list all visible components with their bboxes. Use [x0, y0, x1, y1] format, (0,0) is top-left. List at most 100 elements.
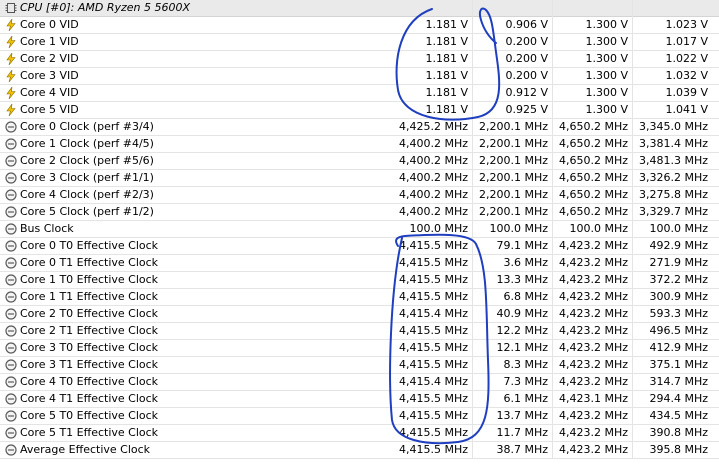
sensor-average-value: 294.4 MHz [632, 391, 712, 408]
sensor-label: Core 4 Clock (perf #2/3) [20, 188, 154, 201]
sensor-row[interactable]: Core 5 T1 Effective Clock 4,415.5 MHz 11.7… [0, 425, 719, 442]
sensor-name-cell: Core 4 T0 Effective Clock [0, 374, 390, 391]
sensor-row[interactable]: Core 3 Clock (perf #1/1) 4,400.2 MHz 2,200… [0, 170, 719, 187]
sensor-row[interactable]: Core 3 T0 Effective Clock 4,415.5 MHz 12.1… [0, 340, 719, 357]
sensor-label: Core 0 VID [20, 18, 79, 31]
sensor-maximum-value: 1.300 V [552, 102, 632, 119]
clock-icon [5, 121, 17, 133]
sensor-average-value: 1.022 V [632, 51, 712, 68]
sensor-label: Core 4 T1 Effective Clock [20, 392, 159, 405]
sensor-maximum-value: 4,423.2 MHz [552, 357, 632, 374]
sensor-current-value: 4,415.5 MHz [398, 426, 468, 439]
sensor-row[interactable]: Core 1 VID 1.181 V 0.200 V 1.300 V 1.017 V [0, 34, 719, 51]
sensor-average-value: 492.9 MHz [632, 238, 712, 255]
sensor-label: Core 5 T1 Effective Clock [20, 426, 159, 439]
sensor-average-value: 1.032 V [632, 68, 712, 85]
sensor-row[interactable]: Core 5 VID 1.181 V 0.925 V 1.300 V 1.041 V [0, 102, 719, 119]
sensor-row[interactable]: Core 5 Clock (perf #1/2) 4,400.2 MHz 2,200… [0, 204, 719, 221]
sensor-row[interactable]: Core 2 VID 1.181 V 0.200 V 1.300 V 1.022 V [0, 51, 719, 68]
sensor-name-cell: Core 0 T1 Effective Clock [0, 255, 390, 272]
sensor-minimum-value: 0.200 V [472, 68, 552, 85]
sensor-minimum-value: 0.906 V [472, 17, 552, 34]
sensor-label: Core 0 T0 Effective Clock [20, 239, 159, 252]
sensor-maximum-value: 1.300 V [552, 51, 632, 68]
sensor-row[interactable]: Core 4 VID 1.181 V 0.912 V 1.300 V 1.039 V [0, 85, 719, 102]
sensor-row[interactable]: Core 2 Clock (perf #5/6) 4,400.2 MHz 2,200… [0, 153, 719, 170]
clock-icon [5, 138, 17, 150]
sensor-maximum-value: 4,650.2 MHz [552, 187, 632, 204]
sensor-average-value: 314.7 MHz [632, 374, 712, 391]
sensor-maximum-value: 4,423.2 MHz [552, 442, 632, 459]
sensor-minimum-value: 2,200.1 MHz [472, 136, 552, 153]
sensor-name-cell: Core 4 T1 Effective Clock [0, 391, 390, 408]
sensor-row[interactable]: Core 3 T1 Effective Clock 4,415.5 MHz 8.3 … [0, 357, 719, 374]
sensor-maximum-value: 4,423.2 MHz [552, 272, 632, 289]
sensor-minimum-value: 13.3 MHz [472, 272, 552, 289]
sensor-row[interactable]: Core 4 T0 Effective Clock 4,415.4 MHz 7.3 … [0, 374, 719, 391]
sensor-average-value: 3,345.0 MHz [632, 119, 712, 136]
sensor-name-cell: Core 3 VID [0, 68, 390, 85]
sensor-name-cell: Core 4 VID [0, 85, 390, 102]
sensor-label: Bus Clock [20, 222, 74, 235]
sensor-minimum-value: 13.7 MHz [472, 408, 552, 425]
sensor-name-cell: Core 0 Clock (perf #3/4) [0, 119, 390, 136]
sensor-row[interactable]: Core 0 T0 Effective Clock 4,415.5 MHz 79.1… [0, 238, 719, 255]
clock-icon [5, 342, 17, 354]
sensor-row[interactable]: Core 1 Clock (perf #4/5) 4,400.2 MHz 2,200… [0, 136, 719, 153]
sensor-current-value: 4,415.5 MHz [398, 392, 468, 405]
sensor-minimum-value: 0.925 V [472, 102, 552, 119]
sensor-average-value: 390.8 MHz [632, 425, 712, 442]
voltage-icon [5, 17, 17, 32]
sensor-row[interactable]: Core 1 T1 Effective Clock 4,415.5 MHz 6.8 … [0, 289, 719, 306]
sensor-maximum-value: 4,423.2 MHz [552, 238, 632, 255]
sensor-current-value: 4,400.2 MHz [398, 137, 468, 150]
sensor-average-value: 3,275.8 MHz [632, 187, 712, 204]
sensor-row[interactable]: Core 2 T0 Effective Clock 4,415.4 MHz 40.9… [0, 306, 719, 323]
voltage-icon [5, 102, 17, 117]
sensor-label: Core 3 T0 Effective Clock [20, 341, 159, 354]
sensor-group-header[interactable]: CPU [#0]: AMD Ryzen 5 5600X [0, 0, 719, 17]
header-blank-current [390, 0, 472, 17]
sensor-name-cell: Core 4 Clock (perf #2/3) [0, 187, 390, 204]
sensor-minimum-value: 11.7 MHz [472, 425, 552, 442]
sensor-name-cell: Core 1 T1 Effective Clock [0, 289, 390, 306]
sensor-minimum-value: 2,200.1 MHz [472, 187, 552, 204]
sensor-table: CPU [#0]: AMD Ryzen 5 5600X Core 0 VID 1.… [0, 0, 719, 459]
sensor-current-value: 1.181 V [425, 18, 468, 31]
clock-icon [5, 444, 17, 456]
clock-icon [5, 376, 17, 388]
sensor-average-value: 375.1 MHz [632, 357, 712, 374]
sensor-current-value: 1.181 V [425, 52, 468, 65]
sensor-minimum-value: 100.0 MHz [472, 221, 552, 238]
sensor-name-cell: Core 2 T1 Effective Clock [0, 323, 390, 340]
sensor-row[interactable]: Core 0 T1 Effective Clock 4,415.5 MHz 3.6 … [0, 255, 719, 272]
sensor-row[interactable]: Core 5 T0 Effective Clock 4,415.5 MHz 13.7… [0, 408, 719, 425]
sensor-maximum-value: 4,423.2 MHz [552, 289, 632, 306]
sensor-row[interactable]: Core 3 VID 1.181 V 0.200 V 1.300 V 1.032 V [0, 68, 719, 85]
sensor-maximum-value: 4,650.2 MHz [552, 136, 632, 153]
sensor-current-value: 4,415.4 MHz [398, 375, 468, 388]
header-blank-average [632, 0, 712, 17]
sensor-row[interactable]: Core 2 T1 Effective Clock 4,415.5 MHz 12.2… [0, 323, 719, 340]
sensor-row[interactable]: Core 0 Clock (perf #3/4) 4,425.2 MHz 2,200… [0, 119, 719, 136]
sensor-current-value: 1.181 V [425, 103, 468, 116]
sensor-current-value: 4,415.5 MHz [398, 324, 468, 337]
sensor-average-value: 3,481.3 MHz [632, 153, 712, 170]
sensor-minimum-value: 0.200 V [472, 51, 552, 68]
sensor-row[interactable]: Core 0 VID 1.181 V 0.906 V 1.300 V 1.023 V [0, 17, 719, 34]
sensor-average-value: 1.017 V [632, 34, 712, 51]
sensor-row[interactable]: Core 4 Clock (perf #2/3) 4,400.2 MHz 2,200… [0, 187, 719, 204]
sensor-average-value: 3,329.7 MHz [632, 204, 712, 221]
sensor-average-value: 434.5 MHz [632, 408, 712, 425]
sensor-name-cell: Core 2 VID [0, 51, 390, 68]
sensor-row[interactable]: Core 4 T1 Effective Clock 4,415.5 MHz 6.1 … [0, 391, 719, 408]
sensor-row[interactable]: Bus Clock 100.0 MHz 100.0 MHz 100.0 MHz 100.… [0, 221, 719, 238]
sensor-average-value: 271.9 MHz [632, 255, 712, 272]
clock-icon [5, 223, 17, 235]
sensor-minimum-value: 7.3 MHz [472, 374, 552, 391]
sensor-minimum-value: 8.3 MHz [472, 357, 552, 374]
sensor-row[interactable]: Average Effective Clock 4,415.5 MHz 38.7 M… [0, 442, 719, 459]
sensor-row[interactable]: Core 1 T0 Effective Clock 4,415.5 MHz 13.3… [0, 272, 719, 289]
sensor-minimum-value: 2,200.1 MHz [472, 119, 552, 136]
sensor-current-value: 4,400.2 MHz [398, 205, 468, 218]
